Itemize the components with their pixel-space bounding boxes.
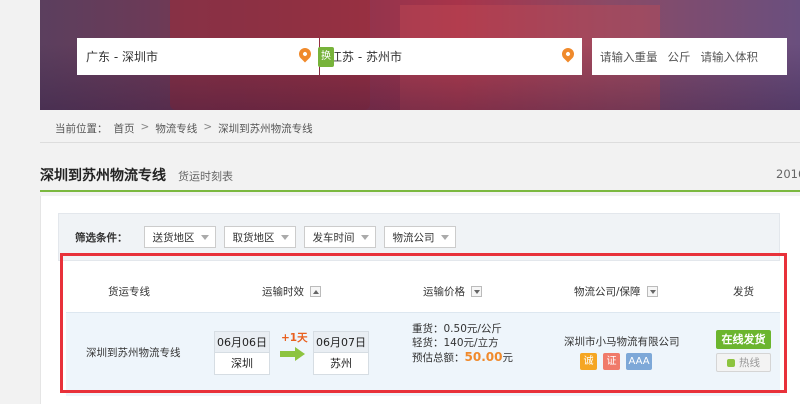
page-subtitle: 货运时刻表 (178, 170, 233, 183)
breadcrumb-home[interactable]: 首页 (114, 121, 135, 136)
header-time: 运输时效 (262, 284, 321, 299)
destination-value: 江苏 - 苏州市 (330, 50, 402, 64)
breadcrumb-label: 当前位置： (55, 123, 108, 135)
filter-delivery-area[interactable]: 送货地区 (143, 226, 216, 248)
breadcrumb-current[interactable]: 深圳到苏州物流专线 (218, 121, 313, 136)
filter-option-label: 送货地区 (152, 231, 195, 244)
aaa-badge[interactable]: AAA (626, 353, 652, 370)
destination-field[interactable]: 江苏 - 苏州市 (320, 38, 582, 75)
filter-option-label: 发车时间 (312, 231, 355, 244)
arrive-box: 06月07日 苏州 (313, 331, 369, 375)
filter-label: 筛选条件： (75, 231, 128, 244)
transit-days: +1天 (281, 332, 308, 344)
arrow-right-icon (280, 347, 306, 361)
location-pin-icon[interactable] (296, 45, 314, 63)
page-title-bar: 深圳到苏州物流专线 货运时刻表 2016 (40, 165, 800, 185)
total-label: 预估总额： (412, 352, 465, 364)
sort-down-icon[interactable] (646, 285, 658, 297)
table-header: 货运专线 运输时效 运输价格 物流公司/保障 发货 (66, 275, 780, 307)
page-title: 深圳到苏州物流专线 (40, 168, 166, 184)
header-price: 运输价格 (423, 284, 482, 299)
arrive-city: 苏州 (330, 357, 352, 370)
header-route: 货运专线 (108, 284, 150, 299)
divider (40, 142, 800, 143)
chevron-down-icon (440, 234, 449, 240)
total-unit: 元 (502, 352, 513, 364)
breadcrumb: 当前位置： 首页 > 物流专线 > 深圳到苏州物流专线 (55, 121, 313, 136)
breadcrumb-logistics[interactable]: 物流专线 (155, 121, 197, 136)
route-search-bar: 广东 - 深圳市 换 江苏 - 苏州市 请输入重量 公斤 请输入体积 (77, 38, 787, 75)
origin-value: 广东 - 深圳市 (86, 50, 158, 64)
table-row: 深圳到苏州物流专线 06月06日 深圳 +1天 06月07日 苏州 重货：0.5… (66, 312, 780, 396)
chevron-down-icon (200, 234, 209, 240)
depart-date: 06月06日 (215, 332, 269, 353)
volume-input[interactable]: 请输入体积 (701, 49, 759, 65)
phone-icon (727, 359, 735, 367)
sort-down-icon[interactable] (471, 285, 482, 297)
swap-route-button[interactable]: 换 (318, 47, 334, 67)
company-name[interactable]: 深圳市小马物流有限公司 (564, 334, 680, 349)
title-underline (40, 190, 800, 192)
depart-city: 深圳 (231, 357, 253, 370)
weight-unit: 公斤 (667, 49, 691, 64)
heavy-price: 重货：0.50元/公斤 (412, 323, 502, 335)
filter-company[interactable]: 物流公司 (383, 226, 456, 248)
header-company-label: 物流公司/保障 (574, 285, 641, 298)
filter-option-label: 物流公司 (392, 231, 435, 244)
hotline-label: 热线 (739, 357, 760, 369)
header-route-label: 货运专线 (108, 285, 150, 298)
total-value: 50.00 (464, 350, 503, 364)
sort-up-icon[interactable] (310, 285, 321, 297)
total-estimate: 预估总额：50.00元 (412, 350, 513, 365)
certified-badge[interactable]: 证 (603, 353, 620, 370)
breadcrumb-separator: > (203, 121, 213, 133)
depart-box: 06月06日 深圳 (214, 331, 270, 375)
header-send-label: 发货 (733, 285, 754, 298)
chevron-down-icon (280, 234, 289, 240)
location-pin-icon[interactable] (559, 45, 577, 63)
chevron-down-icon (360, 234, 369, 240)
header-price-label: 运输价格 (423, 285, 465, 298)
header-time-label: 运输时效 (262, 285, 304, 298)
weight-input[interactable]: 请输入重量 (600, 49, 658, 65)
filter-option-label: 取货地区 (232, 231, 275, 244)
filter-departure-time[interactable]: 发车时间 (303, 226, 376, 248)
price-info: 重货：0.50元/公斤 轻货：140元/立方 预估总额：50.00元 (412, 322, 513, 365)
filter-pickup-area[interactable]: 取货地区 (223, 226, 296, 248)
header-company: 物流公司/保障 (574, 284, 658, 299)
origin-field[interactable]: 广东 - 深圳市 (77, 38, 319, 75)
weight-volume-field: 请输入重量 公斤 请输入体积 (592, 38, 787, 75)
year-text: 2016 (776, 167, 800, 181)
breadcrumb-separator: > (140, 121, 150, 133)
arrive-date: 06月07日 (314, 332, 368, 353)
header-send: 发货 (733, 284, 754, 299)
integrity-badge[interactable]: 诚 (580, 353, 597, 370)
filter-bar: 筛选条件： 送货地区 取货地区 发车时间 物流公司 (58, 213, 780, 261)
light-price: 轻货：140元/立方 (412, 337, 499, 349)
hotline-button[interactable]: 热线 (716, 353, 771, 372)
send-online-button[interactable]: 在线发货 (716, 330, 771, 349)
route-name[interactable]: 深圳到苏州物流专线 (86, 345, 181, 360)
